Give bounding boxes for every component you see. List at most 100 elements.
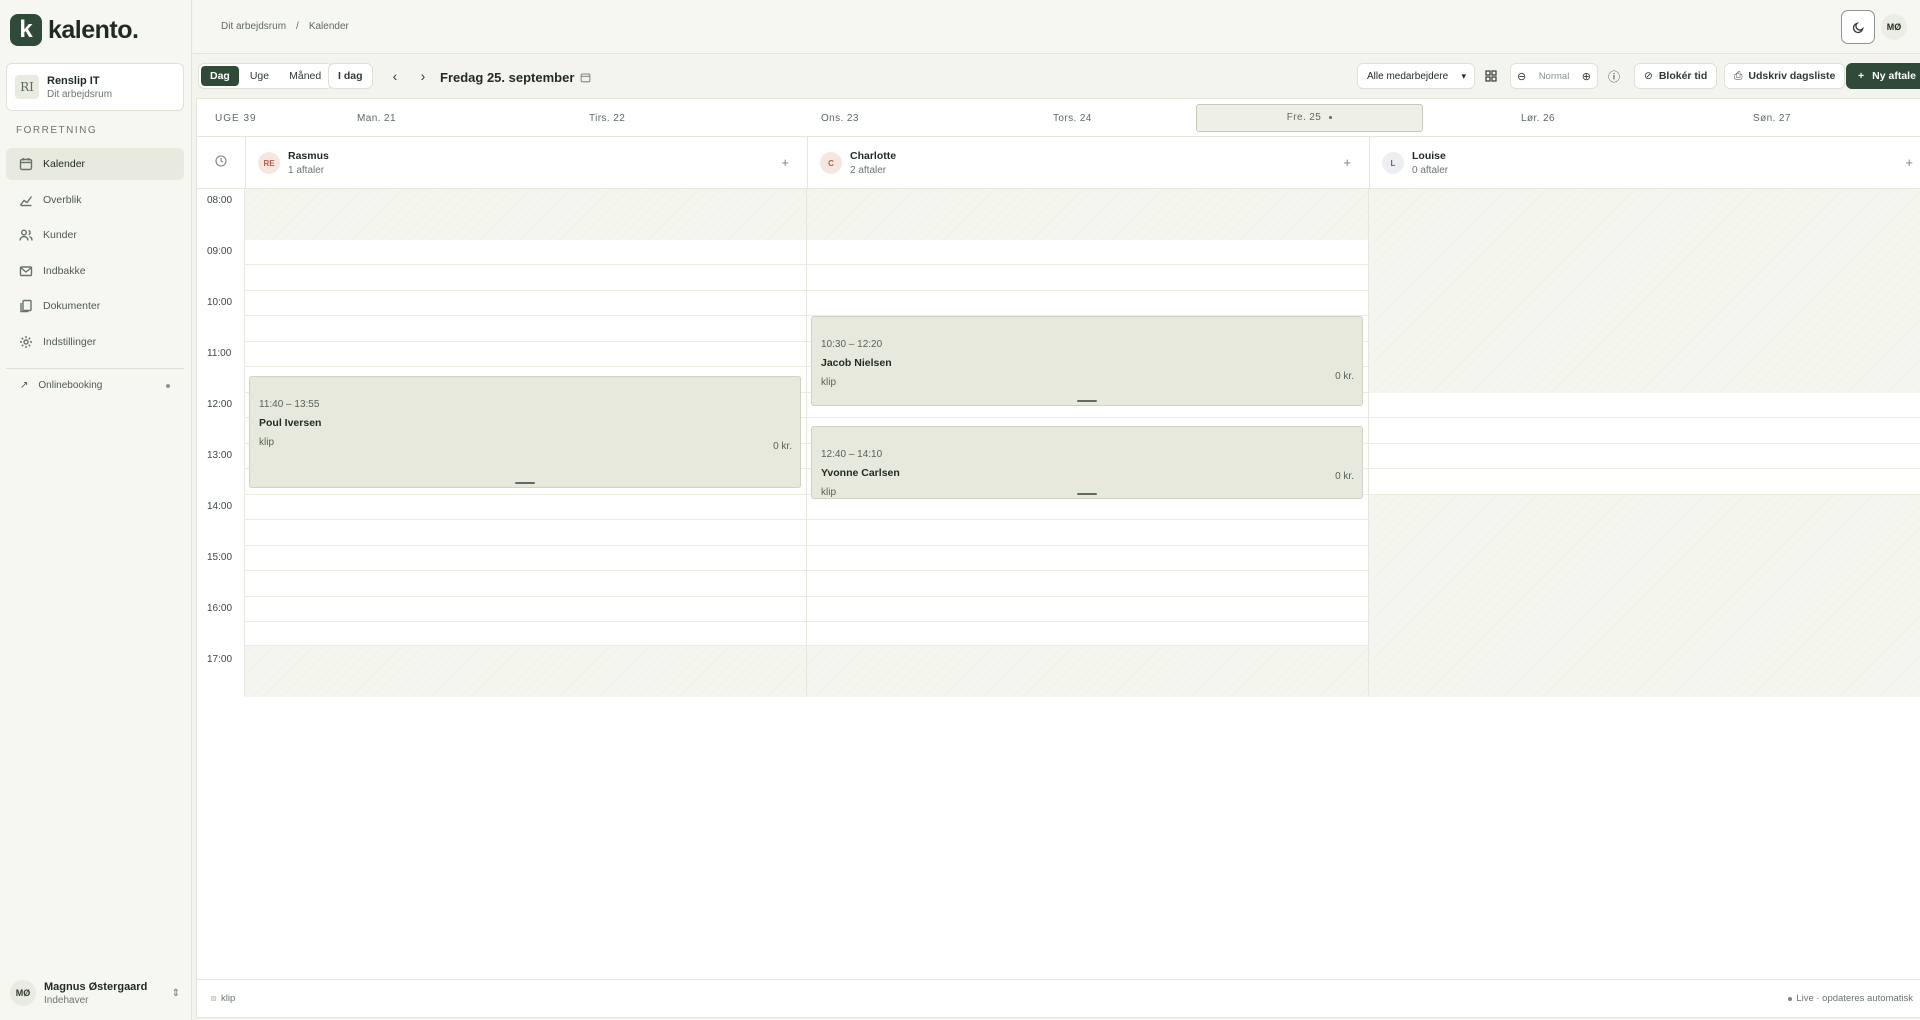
sidebar-item-label: Dokumenter <box>43 300 101 312</box>
next-day-button[interactable]: › <box>414 67 432 85</box>
add-appointment-icon[interactable]: + <box>781 155 789 170</box>
sidebar-item-overblik[interactable]: Overblik <box>6 184 184 216</box>
closed-block <box>1369 189 1920 393</box>
time-label: 08:00 <box>207 195 233 206</box>
day-tab-thu[interactable]: Tors. 24 <box>1053 113 1092 124</box>
previous-day-button[interactable]: ‹ <box>386 67 404 85</box>
day-tab-tue[interactable]: Tirs. 22 <box>589 113 625 124</box>
main-panel: Dag Uge Måned I dag ‹ › Fredag 25. septe… <box>193 54 1920 1020</box>
sidebar-item-indbakke[interactable]: Indbakke <box>6 255 184 287</box>
workspace-name: Renslip IT <box>47 74 100 87</box>
staff-avatar: L <box>1382 152 1404 174</box>
print-daylist-button[interactable]: ⎙ Udskriv dagsliste <box>1724 63 1846 89</box>
sidebar-nav: Kalender Overblik Kunder Indbakke Dokume… <box>6 148 184 361</box>
time-grid: 08:00 09:00 10:00 11:00 12:00 13:00 14:0… <box>197 189 1920 697</box>
closed-block <box>807 646 1368 697</box>
staff-filter-select[interactable]: Alle medarbejdere ▾ <box>1357 63 1475 89</box>
logo[interactable]: k kalento. <box>10 14 139 46</box>
user-menu[interactable]: MØ Magnus Østergaard Indehaver ⇕ <box>10 980 180 1006</box>
sidebar-item-label: Kalender <box>43 158 86 170</box>
avatar[interactable]: MØ <box>1881 14 1907 40</box>
staff-name: Rasmus <box>288 150 329 162</box>
layout-toggle-button[interactable] <box>1482 67 1500 85</box>
users-icon <box>19 229 33 241</box>
day-tab-sat[interactable]: Lør. 26 <box>1521 113 1555 124</box>
appointment-client: Yvonne Carlsen <box>821 467 900 479</box>
sidebar-item-kunder[interactable]: Kunder <box>6 219 184 251</box>
view-month-button[interactable]: Måned <box>280 66 330 86</box>
sidebar-item-dokumenter[interactable]: Dokumenter <box>6 290 184 322</box>
staff-header-row: RE Rasmus 1 aftaler + C Charlotte 2 afta… <box>197 137 1920 189</box>
breadcrumb-workspace[interactable]: Dit arbejdsrum <box>221 21 286 32</box>
sidebar-item-onlinebooking[interactable]: ↗ Onlinebooking <box>20 380 170 391</box>
today-button[interactable]: I dag <box>328 63 373 89</box>
help-button[interactable]: ⓘ <box>1605 67 1623 85</box>
mail-icon <box>19 265 33 276</box>
day-tab-mon[interactable]: Man. 21 <box>357 113 396 124</box>
chevron-updown-icon: ⇕ <box>171 987 180 999</box>
help-icon: ⓘ <box>1607 69 1620 84</box>
resize-handle[interactable] <box>515 482 535 484</box>
workspace-switcher[interactable]: RI Renslip IT Dit arbejdsrum <box>6 63 184 111</box>
calendar-icon[interactable] <box>580 72 591 83</box>
closed-block <box>245 189 806 240</box>
add-appointment-icon[interactable]: + <box>1905 155 1913 170</box>
resize-handle[interactable] <box>1077 400 1097 402</box>
workspace-badge: RI <box>15 75 39 99</box>
staff-name: Charlotte <box>850 150 897 162</box>
add-appointment-icon[interactable]: + <box>1343 155 1351 170</box>
schedule-column-charlotte[interactable]: 10:30 – 12:20 Jacob Nielsen klip 0 kr. 1… <box>807 189 1369 697</box>
chart-icon <box>19 195 33 206</box>
calendar-toolbar: Dag Uge Måned I dag ‹ › Fredag 25. septe… <box>193 54 1920 98</box>
schedule-column-rasmus[interactable]: 11:40 – 13:55 Poul Iversen klip 0 kr. <box>245 189 807 697</box>
closed-block <box>1369 495 1920 697</box>
legend-label: klip <box>221 993 236 1004</box>
breadcrumb: Dit arbejdsrum / Kalender <box>221 21 349 32</box>
day-tab-wed[interactable]: Ons. 23 <box>821 113 859 124</box>
breadcrumb-current: Kalender <box>308 21 349 32</box>
gear-icon <box>20 335 32 348</box>
sidebar-item-label: Indstillinger <box>43 335 97 348</box>
staff-column-louise: L Louise 0 aftaler + <box>1369 137 1920 189</box>
staff-avatar: C <box>820 152 842 174</box>
resize-handle[interactable] <box>1077 493 1097 495</box>
printer-icon: ⎙ <box>1734 69 1743 82</box>
appointment-card[interactable]: 10:30 – 12:20 Jacob Nielsen klip 0 kr. <box>811 316 1363 406</box>
staff-appointment-count: 1 aftaler <box>288 165 325 176</box>
sidebar-item-indstillinger[interactable]: Indstillinger <box>6 326 184 358</box>
calendar-grid: UGE 39 Man. 21 Tirs. 22 Ons. 23 Tors. 24… <box>196 98 1920 1018</box>
breadcrumb-separator: / <box>296 21 299 32</box>
schedule-column-louise[interactable] <box>1369 189 1920 697</box>
staff-name: Louise <box>1412 150 1446 162</box>
live-status-text: Live · opdateres automatisk <box>1796 993 1913 1004</box>
staff-column-rasmus: RE Rasmus 1 aftaler + <box>245 137 807 189</box>
clock-icon <box>215 155 227 170</box>
zoom-out-icon[interactable]: ⊖ <box>1517 70 1526 83</box>
calendar-icon <box>19 158 33 171</box>
block-time-button[interactable]: ⊘ Blokér tid <box>1634 63 1718 89</box>
appointment-time: 12:40 – 14:10 <box>821 449 883 460</box>
view-day-button[interactable]: Dag <box>201 66 239 86</box>
live-status: Live · opdateres automatisk <box>1788 993 1913 1004</box>
appointment-price: 0 kr. <box>1335 471 1354 482</box>
zoom-in-icon[interactable]: ⊕ <box>1582 70 1591 83</box>
logo-mark: k <box>10 14 42 46</box>
sidebar-item-label: Overblik <box>43 193 82 206</box>
appointment-card[interactable]: 11:40 – 13:55 Poul Iversen klip 0 kr. <box>249 376 801 488</box>
appointment-card[interactable]: 12:40 – 14:10 Yvonne Carlsen klip 0 kr. <box>811 426 1363 499</box>
sidebar-item-kalender[interactable]: Kalender <box>6 148 184 180</box>
plus-icon: + <box>1858 70 1865 82</box>
sidebar-divider <box>6 368 184 369</box>
avatar: MØ <box>10 980 36 1006</box>
user-name: Magnus Østergaard <box>44 980 148 993</box>
view-week-button[interactable]: Uge <box>241 66 278 86</box>
documents-icon <box>20 299 32 313</box>
new-appointment-button[interactable]: + Ny aftale <box>1846 63 1920 89</box>
staff-column-charlotte: C Charlotte 2 aftaler + <box>807 137 1369 189</box>
day-tab-fri[interactable]: Fre. 25 <box>1196 104 1423 132</box>
live-dot <box>1788 996 1793 1001</box>
top-bar: Dit arbejdsrum / Kalender MØ <box>193 0 1920 54</box>
theme-toggle-button[interactable] <box>1841 10 1875 44</box>
user-role: Indehaver <box>44 994 89 1006</box>
day-tab-sun[interactable]: Søn. 27 <box>1753 113 1791 124</box>
